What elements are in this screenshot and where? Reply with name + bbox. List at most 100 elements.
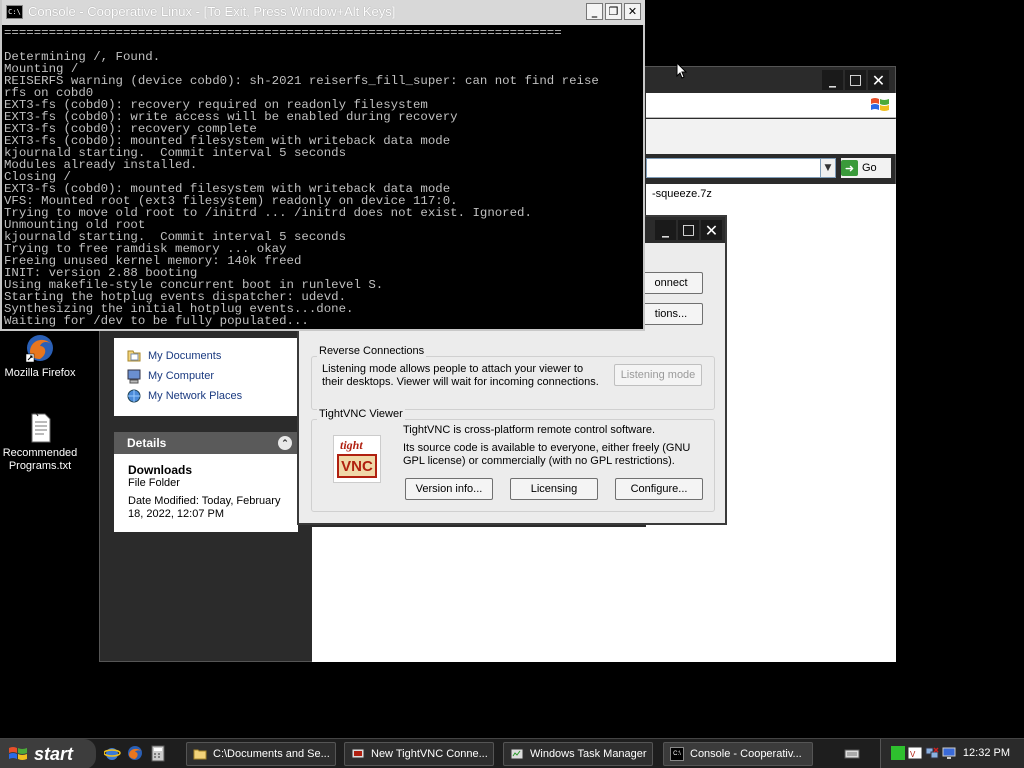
console-line: Trying to free ramdisk memory ... okay	[4, 243, 287, 255]
tightvnc-tray-icon[interactable]: V	[907, 746, 923, 760]
svg-text:V: V	[910, 750, 916, 759]
console-line: Using makefile-style concurrent boot in …	[4, 279, 384, 291]
console-line: Trying to move old root to /initrd ... /…	[4, 207, 532, 219]
console-window: C:\ Console - Cooperative Linux - [To Ex…	[0, 0, 645, 331]
console-line: REISERFS warning (device cobd0): sh-2021…	[4, 75, 599, 87]
go-button[interactable]: ➜ Go	[841, 158, 891, 178]
quick-launch	[103, 745, 167, 762]
monitor-tray-icon[interactable]	[942, 746, 956, 760]
details-header[interactable]: Details ⌃	[114, 432, 298, 454]
details-item-modified: Date Modified: Today, February 18, 2022,…	[128, 495, 281, 520]
network-status-icon[interactable]	[891, 746, 905, 760]
listening-mode-button[interactable]: Listening mode	[614, 364, 702, 386]
console-line: Determining /, Found.	[4, 51, 161, 63]
vnc-maximize-button[interactable]: □	[678, 220, 699, 240]
version-info-button[interactable]: Version info...	[405, 478, 493, 500]
console-minimize-button[interactable]: _	[586, 3, 603, 20]
firefox-quicklaunch-icon[interactable]	[127, 745, 144, 762]
address-bar[interactable]	[646, 158, 836, 178]
console-line: EXT3-fs (cobd0): recovery complete	[4, 123, 257, 135]
console-line: INIT: version 2.88 booting	[4, 267, 198, 279]
go-arrow-icon: ➜	[841, 160, 858, 176]
system-tray: V 12:32 PM	[880, 739, 1024, 768]
my-documents-icon	[126, 348, 142, 364]
console-line: Mounting /	[4, 63, 79, 75]
explorer-window-controls: _ □ ✕	[822, 70, 889, 90]
explorer-toolbar	[646, 119, 896, 154]
vnc-close-button[interactable]: ✕	[701, 220, 722, 240]
minimize-button[interactable]: _	[822, 70, 843, 90]
desktop-icon-firefox[interactable]: Mozilla Firefox	[0, 332, 80, 380]
desktop-icon-recommended-programs[interactable]: Recommended Programs.txt	[0, 412, 80, 473]
task-console[interactable]: C:\ Console - Cooperativ...	[663, 742, 813, 766]
console-line: Waiting for /dev to be fully populated..…	[4, 315, 309, 327]
console-line: Starting the hotplug events dispatcher: …	[4, 291, 347, 303]
console-app-icon: C:\	[6, 5, 23, 19]
firefox-icon	[24, 332, 56, 364]
vnc-minimize-button[interactable]: _	[655, 220, 676, 240]
console-line: VFS: Mounted root (ext3 filesystem) read…	[4, 195, 458, 207]
console-line: kjournald starting. Commit interval 5 se…	[4, 147, 347, 159]
tightvnc-task-icon	[351, 747, 365, 761]
console-line: Freeing unused kernel memory: 140k freed	[4, 255, 302, 267]
collapse-chevron-icon[interactable]: ⌃	[278, 436, 292, 450]
reverse-connections-text: Listening mode allows people to attach y…	[322, 363, 599, 388]
address-dropdown-icon[interactable]: ▼	[820, 158, 836, 178]
task-task-manager[interactable]: Windows Task Manager	[503, 742, 653, 766]
console-line: EXT3-fs (cobd0): mounted filesystem with…	[4, 183, 451, 195]
options-button[interactable]: tions...	[639, 303, 703, 325]
tightvnc-description-2: Its source code is available to everyone…	[403, 442, 691, 467]
task-explorer[interactable]: C:\Documents and Se...	[186, 742, 336, 766]
start-button[interactable]: start	[0, 739, 96, 768]
network-places-icon	[126, 388, 142, 404]
taskbar: start C:\Documents and Se... New TightVN…	[0, 738, 1024, 768]
console-restore-button[interactable]: ❐	[605, 3, 622, 20]
my-computer-icon	[126, 368, 142, 384]
calculator-icon[interactable]	[150, 745, 167, 762]
console-line: ========================================…	[4, 27, 562, 39]
task-tightvnc[interactable]: New TightVNC Conne...	[344, 742, 494, 766]
console-task-icon: C:\	[670, 747, 684, 761]
details-item-type: File Folder	[128, 477, 180, 489]
mouse-cursor-icon	[676, 61, 688, 83]
taskbar-clock[interactable]: 12:32 PM	[963, 747, 1010, 759]
folder-icon	[193, 747, 207, 761]
other-places-panel: My Documents My Computer My Network Plac…	[114, 338, 298, 416]
reverse-connections-title: Reverse Connections	[317, 345, 427, 357]
file-item-name[interactable]: -squeeze.7z	[652, 188, 712, 200]
console-line: Closing /	[4, 171, 71, 183]
other-places-my-network-places[interactable]: My Network Places	[126, 388, 242, 404]
tightvnc-logo-icon: tight VNC	[333, 435, 381, 483]
windows-logo-icon	[8, 745, 28, 763]
console-window-controls: _ ❐ ✕	[586, 3, 641, 20]
other-places-my-documents[interactable]: My Documents	[126, 348, 221, 364]
explorer-menubar	[646, 93, 896, 118]
console-title: Console - Cooperative Linux - [To Exit, …	[28, 4, 396, 19]
console-line: kjournald starting. Commit interval 5 se…	[4, 231, 347, 243]
file-list-area-lower	[312, 527, 896, 662]
connect-button[interactable]: onnect	[639, 272, 703, 294]
details-item-name: Downloads	[128, 463, 193, 477]
tightvnc-description-1: TightVNC is cross-platform remote contro…	[403, 424, 656, 436]
console-line: Modules already installed.	[4, 159, 198, 171]
text-file-icon	[24, 412, 56, 444]
licensing-button[interactable]: Licensing	[510, 478, 598, 500]
other-places-my-computer[interactable]: My Computer	[126, 368, 214, 384]
details-body: Downloads File Folder Date Modified: Tod…	[114, 454, 298, 532]
console-line: Synthesizing the initial hotplug events.…	[4, 303, 354, 315]
console-titlebar: C:\ Console - Cooperative Linux - [To Ex…	[2, 0, 645, 25]
maximize-button[interactable]: □	[845, 70, 866, 90]
console-line: EXT3-fs (cobd0): recovery required on re…	[4, 99, 428, 111]
tightvnc-viewer-title: TightVNC Viewer	[317, 408, 405, 420]
console-output[interactable]: ========================================…	[4, 27, 642, 327]
console-line: Unmounting old root	[4, 219, 146, 231]
configure-button[interactable]: Configure...	[615, 478, 703, 500]
task-manager-icon	[510, 747, 524, 761]
console-line: rfs on cobd0	[4, 87, 94, 99]
console-close-button[interactable]: ✕	[624, 3, 641, 20]
close-button[interactable]: ✕	[868, 70, 889, 90]
internet-explorer-icon[interactable]	[103, 745, 121, 762]
keyboard-icon[interactable]	[844, 747, 860, 761]
network-tray-icon[interactable]	[925, 746, 939, 760]
